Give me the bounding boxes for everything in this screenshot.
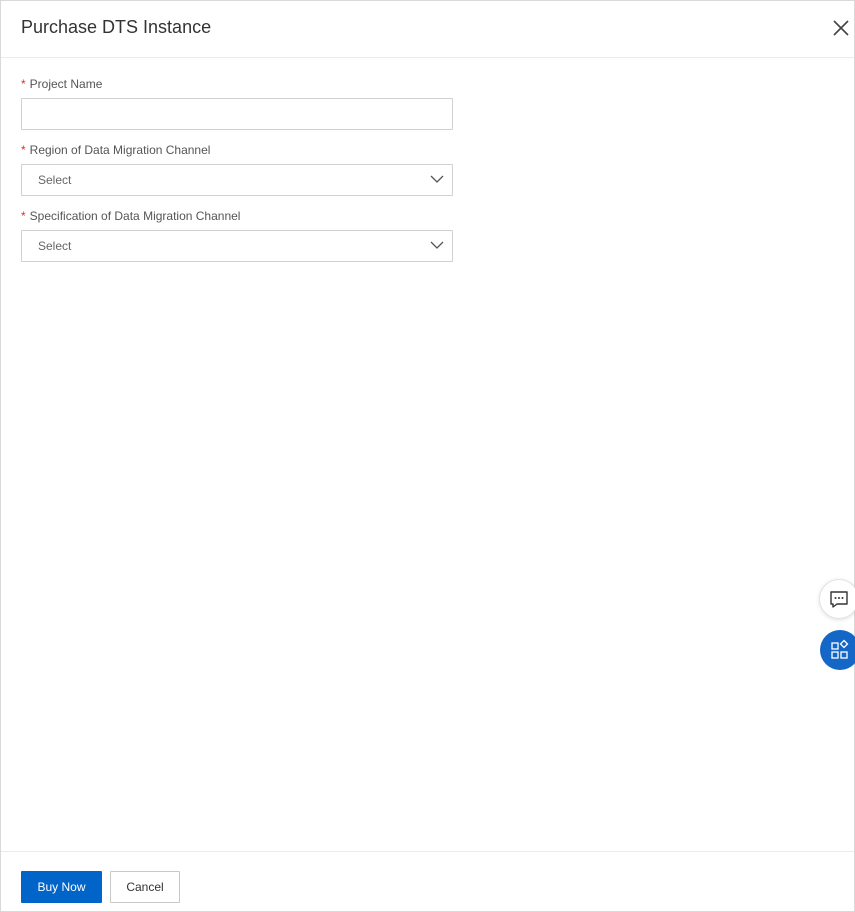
specification-select[interactable]: Select <box>21 230 453 262</box>
required-marker: * <box>21 209 26 223</box>
dialog-footer: Buy Now Cancel <box>1 851 854 912</box>
region-label-text: Region of Data Migration Channel <box>29 143 211 157</box>
project-name-field: * Project Name <box>21 77 453 130</box>
apps-icon <box>831 639 849 659</box>
region-field: * Region of Data Migration Channel Select <box>21 143 453 196</box>
cancel-button[interactable]: Cancel <box>110 871 180 903</box>
purchase-form: * Project Name * Region of Data Migration … <box>21 77 453 275</box>
close-button[interactable] <box>830 17 852 39</box>
dialog-title: Purchase DTS Instance <box>21 17 212 37</box>
required-marker: * <box>21 77 26 91</box>
buy-now-button[interactable]: Buy Now <box>21 871 102 903</box>
specification-select-value: Select <box>38 239 72 253</box>
chevron-down-icon <box>430 241 444 249</box>
region-select-value: Select <box>38 173 72 187</box>
project-name-label-text: Project Name <box>29 77 103 91</box>
specification-label: * Specification of Data Migration Channel <box>21 209 453 224</box>
chat-icon <box>830 591 848 608</box>
purchase-dialog: Purchase DTS Instance * Project Name * Reg… <box>0 0 855 912</box>
chevron-down-icon <box>430 175 444 183</box>
apps-button[interactable] <box>820 630 855 670</box>
project-name-label: * Project Name <box>21 77 453 92</box>
region-select[interactable]: Select <box>21 164 453 196</box>
required-marker: * <box>21 143 26 157</box>
project-name-input[interactable] <box>21 98 453 130</box>
chat-button[interactable] <box>819 579 855 619</box>
dialog-header: Purchase DTS Instance <box>1 1 854 58</box>
close-icon <box>833 20 849 36</box>
region-label: * Region of Data Migration Channel <box>21 143 453 158</box>
specification-field: * Specification of Data Migration Channel… <box>21 209 453 262</box>
specification-label-text: Specification of Data Migration Channel <box>29 209 241 223</box>
